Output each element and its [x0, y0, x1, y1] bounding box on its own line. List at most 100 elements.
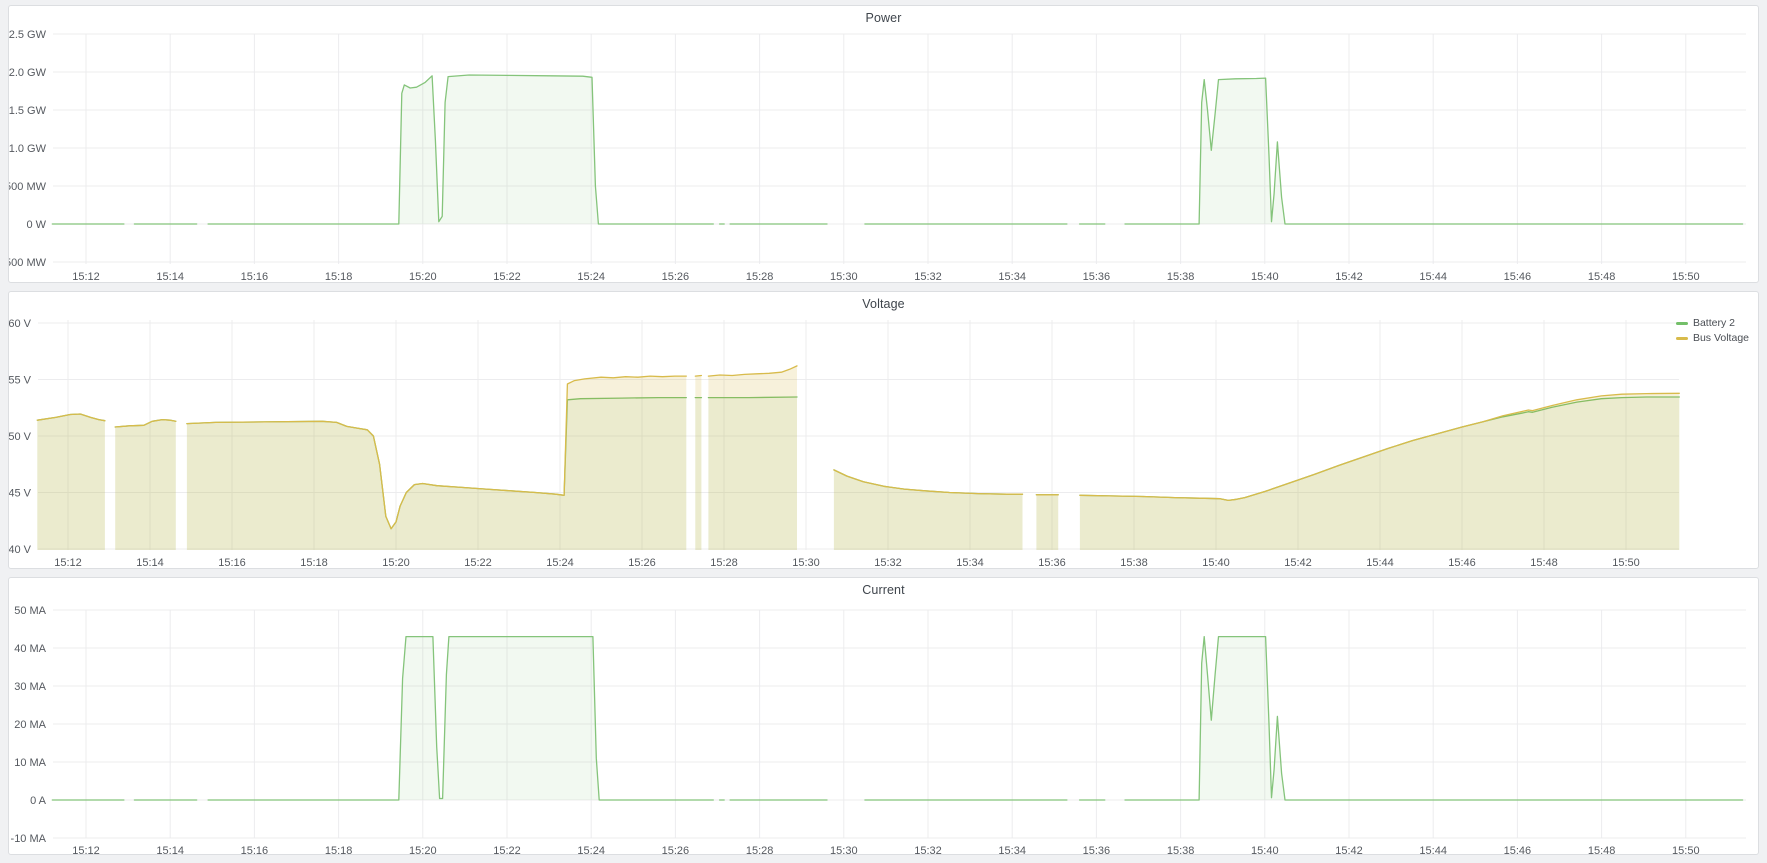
y-axis-tick-label: 40 MA	[14, 643, 46, 655]
x-axis-tick-label: 15:34	[998, 271, 1026, 282]
x-axis-tick-label: 15:36	[1038, 557, 1066, 568]
x-axis-tick-label: 15:16	[241, 845, 269, 854]
Bus Voltage-area	[187, 376, 686, 550]
y-axis-tick-label: 2.0 GW	[9, 67, 47, 79]
x-axis-tick-label: 15:48	[1588, 845, 1616, 854]
legend-swatch	[1676, 337, 1688, 340]
y-axis-tick-label: 0 A	[30, 795, 47, 807]
x-axis-tick-label: 15:18	[325, 845, 353, 854]
x-axis-tick-label: 15:32	[914, 271, 942, 282]
x-axis-tick-label: 15:32	[914, 845, 942, 854]
y-axis-tick-label: 55 V	[9, 375, 32, 387]
x-axis-tick-label: 15:20	[382, 557, 410, 568]
x-axis-tick-label: 15:38	[1120, 557, 1148, 568]
y-axis-tick-label: 1.5 GW	[9, 105, 47, 117]
x-axis-tick-label: 15:16	[218, 557, 246, 568]
panel-power: Power 2.5 GW2.0 GW1.5 GW1.0 GW500 MW0 W-…	[8, 5, 1759, 283]
Bus Voltage-line	[695, 376, 701, 377]
x-axis-tick-label: 15:44	[1366, 557, 1394, 568]
Power-area	[1125, 78, 1743, 224]
x-axis-tick-label: 15:28	[746, 271, 774, 282]
x-axis-tick-label: 15:12	[72, 271, 100, 282]
x-axis-tick-label: 15:46	[1504, 271, 1532, 282]
x-axis-tick-label: 15:28	[746, 845, 774, 854]
x-axis-tick-label: 15:36	[1083, 845, 1111, 854]
legend-item-label: Bus Voltage	[1693, 332, 1749, 345]
power-chart[interactable]: 2.5 GW2.0 GW1.5 GW1.0 GW500 MW0 W-500 MW…	[9, 6, 1758, 282]
x-axis-tick-label: 15:48	[1530, 557, 1558, 568]
y-axis-tick-label: 40 V	[9, 544, 32, 556]
x-axis-tick-label: 15:36	[1083, 271, 1111, 282]
y-axis-tick-label: 20 MA	[14, 719, 46, 731]
x-axis-tick-label: 15:48	[1588, 271, 1616, 282]
x-axis-tick-label: 15:30	[830, 845, 858, 854]
x-axis-tick-label: 15:14	[136, 557, 164, 568]
x-axis-tick-label: 15:46	[1504, 845, 1532, 854]
y-axis-tick-label: 60 V	[9, 318, 32, 330]
x-axis-tick-label: 15:32	[874, 557, 902, 568]
x-axis-tick-label: 15:24	[577, 845, 605, 854]
x-axis-tick-label: 15:44	[1419, 271, 1447, 282]
x-axis-tick-label: 15:40	[1202, 557, 1230, 568]
y-axis-tick-label: 1.0 GW	[9, 143, 47, 155]
Bus Voltage-area	[1036, 495, 1058, 550]
x-axis-tick-label: 15:26	[662, 271, 690, 282]
x-axis-tick-label: 15:40	[1251, 845, 1279, 854]
x-axis-tick-label: 15:30	[792, 557, 820, 568]
x-axis-tick-label: 15:42	[1335, 271, 1363, 282]
Bus Voltage-area	[708, 366, 797, 550]
x-axis-tick-label: 15:40	[1251, 271, 1279, 282]
x-axis-tick-label: 15:24	[577, 271, 605, 282]
y-axis-tick-label: 2.5 GW	[9, 29, 47, 41]
x-axis-tick-label: 15:28	[710, 557, 738, 568]
x-axis-tick-label: 15:44	[1419, 845, 1447, 854]
voltage-legend: Battery 2 Bus Voltage	[1676, 317, 1749, 345]
legend-item-label: Battery 2	[1693, 317, 1735, 330]
x-axis-tick-label: 15:22	[464, 557, 492, 568]
y-axis-tick-label: 50 V	[9, 431, 32, 443]
x-axis-tick-label: 15:26	[628, 557, 656, 568]
voltage-chart[interactable]: 60 V 55 V 50 V 45 V 40 V 15:12 15:14 15:16 15:18…	[9, 292, 1758, 568]
Current-area	[1125, 637, 1743, 800]
x-axis-tick-label: 15:50	[1672, 271, 1700, 282]
x-axis-tick-label: 15:20	[409, 845, 437, 854]
Power-area	[208, 75, 713, 224]
y-axis-tick-label: 45 V	[9, 488, 32, 500]
legend-item[interactable]: Bus Voltage	[1676, 332, 1749, 345]
x-axis-tick-label: 15:46	[1448, 557, 1476, 568]
Current-area	[208, 637, 713, 800]
x-axis-tick-label: 15:50	[1672, 845, 1700, 854]
x-axis-tick-label: 15:30	[830, 271, 858, 282]
x-axis-tick-label: 15:14	[156, 271, 184, 282]
Bus Voltage-area	[115, 420, 176, 550]
x-axis-tick-label: 15:34	[956, 557, 984, 568]
y-axis-tick-label: 50 MA	[14, 605, 46, 617]
current-chart[interactable]: 50 MA 40 MA 30 MA 20 MA 10 MA 0 A -10 MA 15:12 1…	[9, 578, 1758, 854]
x-axis-tick-label: 15:18	[325, 271, 353, 282]
panel-voltage: Voltage 60 V55 V50 V45 V40 V15:1215:1415…	[8, 291, 1759, 569]
legend-item[interactable]: Battery 2	[1676, 317, 1735, 330]
x-axis-tick-label: 15:38	[1167, 271, 1195, 282]
legend-swatch	[1676, 322, 1688, 325]
dashboard: Power 2.5 GW2.0 GW1.5 GW1.0 GW500 MW0 W-…	[0, 0, 1767, 863]
x-axis-tick-label: 15:42	[1335, 845, 1363, 854]
x-axis-tick-label: 15:16	[241, 271, 269, 282]
x-axis-tick-label: 15:12	[72, 845, 100, 854]
y-axis-tick-label: 500 MW	[9, 181, 47, 193]
y-axis-tick-label: -10 MA	[11, 833, 47, 845]
x-axis-tick-label: 15:42	[1284, 557, 1312, 568]
x-axis-tick-label: 15:14	[156, 845, 184, 854]
y-axis-tick-label: 10 MA	[14, 757, 46, 769]
panel-current: Current 50 MA40 MA30 MA20 MA10 MA0 A-10 …	[8, 577, 1759, 855]
x-axis-tick-label: 15:26	[662, 845, 690, 854]
x-axis-tick-label: 15:24	[546, 557, 574, 568]
x-axis-tick-label: 15:18	[300, 557, 328, 568]
x-axis-tick-label: 15:22	[493, 845, 521, 854]
x-axis-tick-label: 15:12	[54, 557, 82, 568]
x-axis-tick-label: 15:22	[493, 271, 521, 282]
x-axis-tick-label: 15:50	[1612, 557, 1640, 568]
y-axis-tick-label: 30 MA	[14, 681, 46, 693]
x-axis-tick-label: 15:38	[1167, 845, 1195, 854]
Bus Voltage-area	[37, 414, 105, 550]
y-axis-tick-label: -500 MW	[9, 257, 47, 269]
